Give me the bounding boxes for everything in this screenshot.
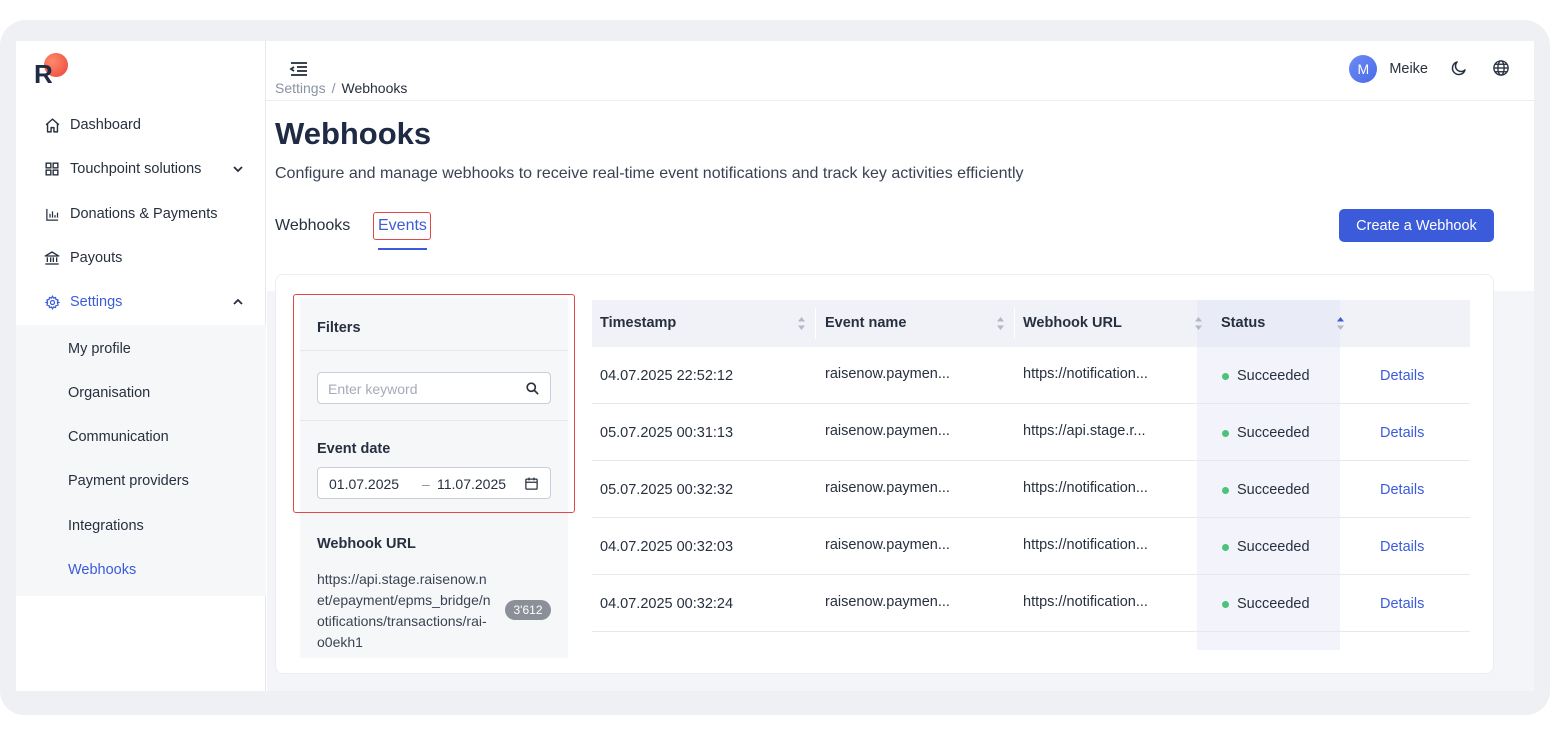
sidebar-item-touchpoint-solutions[interactable]: Touchpoint solutions [16,147,266,191]
cell-timestamp: 04.07.2025 00:32:03 [600,539,734,555]
moon-icon[interactable] [1450,59,1470,79]
details-link[interactable]: Details [1380,368,1424,384]
details-link[interactable]: Details [1380,596,1424,612]
sidebar-item-dashboard[interactable]: Dashboard [16,103,266,147]
cell-webhook-url: https://api.stage.r... [1023,423,1146,439]
details-link[interactable]: Details [1380,425,1424,441]
create-webhook-button[interactable]: Create a Webhook [1339,209,1494,242]
sidebar-item-payouts[interactable]: Payouts [16,236,266,280]
webhook-url-filter-option[interactable]: https://api.stage.raisenow.net/epayment/… [317,569,492,653]
home-icon [43,116,61,134]
table-header: Timestamp Event name Webhook URL Status [592,300,1470,347]
status-dot [1222,373,1229,380]
cell-timestamp: 05.07.2025 00:32:32 [600,482,734,498]
window-frame-bottom [0,691,1550,715]
header-timestamp[interactable]: Timestamp [600,315,676,331]
breadcrumb: Settings / Webhooks [275,80,407,96]
sidebar-subitem-webhooks[interactable]: Webhooks [68,562,136,578]
breadcrumb-separator: / [331,80,336,96]
settings-submenu: My profile Organisation Communication Pa… [16,325,266,596]
cell-status: Succeeded [1237,539,1310,555]
sidebar-item-label: Payouts [70,250,123,266]
column-separator [1014,308,1015,339]
column-separator [815,308,816,339]
cell-event-name: raisenow.paymen... [825,480,950,496]
sidebar-item-label: Donations & Payments [70,206,218,222]
breadcrumb-parent[interactable]: Settings [275,80,326,96]
cell-status: Succeeded [1237,596,1310,612]
active-tab-indicator [378,248,427,250]
sidebar-item-donations-payments[interactable]: Donations & Payments [16,192,266,236]
cell-event-name: raisenow.paymen... [825,594,950,610]
app-logo[interactable]: R [34,53,74,89]
sidebar-item-settings[interactable]: Settings [16,280,266,324]
bar-chart-icon [43,205,61,223]
table-row[interactable]: 04.07.2025 00:32:24 raisenow.paymen... h… [592,575,1470,632]
globe-icon[interactable] [1492,59,1512,79]
tab-events[interactable]: Events [378,217,427,235]
page-title: Webhooks [275,116,432,151]
sidebar-item-label: Touchpoint solutions [70,161,202,177]
status-dot [1222,487,1229,494]
status-dot [1222,601,1229,608]
chevron-down-icon[interactable] [232,163,244,175]
table-row[interactable]: 04.07.2025 22:52:12 raisenow.paymen... h… [592,347,1470,404]
header-status[interactable]: Status [1221,315,1265,331]
cell-timestamp: 04.07.2025 22:52:12 [600,368,734,384]
cell-event-name: raisenow.paymen... [825,366,950,382]
header-webhook-url[interactable]: Webhook URL [1023,315,1122,331]
gear-icon [43,293,61,311]
sidebar-subitem-integrations[interactable]: Integrations [68,518,144,534]
grid-icon [43,160,61,178]
sidebar-item-label: Dashboard [70,117,141,133]
cell-status: Succeeded [1237,482,1310,498]
sidebar-subitem-communication[interactable]: Communication [68,429,169,445]
sidebar-item-label: Settings [70,294,123,310]
collapse-menu-icon[interactable] [289,59,309,79]
tab-webhooks[interactable]: Webhooks [275,217,350,235]
user-menu[interactable]: M Meike [1349,55,1428,83]
sidebar-subitem-organisation[interactable]: Organisation [68,385,150,401]
details-link[interactable]: Details [1380,539,1424,555]
bank-icon [43,249,61,267]
top-bar: M Meike [266,41,1534,101]
status-dot [1222,544,1229,551]
cell-webhook-url: https://notification... [1023,366,1148,382]
sort-icon[interactable] [996,316,1005,331]
table-row[interactable]: 05.07.2025 00:32:32 raisenow.paymen... h… [592,461,1470,518]
sidebar: R Dashboard Touchpoint solutions Donatio… [16,41,266,691]
chevron-up-icon[interactable] [232,296,244,308]
cell-webhook-url: https://notification... [1023,480,1148,496]
sort-icon[interactable] [1194,316,1203,331]
sidebar-subitem-my-profile[interactable]: My profile [68,341,131,357]
sidebar-subitem-payment-providers[interactable]: Payment providers [68,473,189,489]
avatar: M [1349,55,1378,83]
webhook-url-filter-label: Webhook URL [317,536,416,552]
filters-highlight [293,294,575,513]
table-row[interactable]: 04.07.2025 00:32:03 raisenow.paymen... h… [592,518,1470,575]
breadcrumb-current: Webhooks [341,80,408,96]
table-row[interactable]: 05.07.2025 00:31:13 raisenow.paymen... h… [592,404,1470,461]
cell-timestamp: 04.07.2025 00:32:24 [600,596,734,612]
count-badge: 3'612 [505,600,551,620]
page-subtitle: Configure and manage webhooks to receive… [275,165,1024,182]
cell-event-name: raisenow.paymen... [825,537,950,553]
cell-webhook-url: https://notification... [1023,537,1148,553]
sort-ascending-icon[interactable] [1336,316,1345,331]
cell-timestamp: 05.07.2025 00:31:13 [600,425,734,441]
status-header-highlight [1197,300,1340,347]
user-name: Meike [1389,61,1428,77]
logo-letter: R [34,59,53,89]
cell-status: Succeeded [1237,425,1310,441]
cell-webhook-url: https://notification... [1023,594,1148,610]
details-link[interactable]: Details [1380,482,1424,498]
sort-icon[interactable] [797,316,806,331]
cell-event-name: raisenow.paymen... [825,423,950,439]
cell-status: Succeeded [1237,368,1310,384]
status-dot [1222,430,1229,437]
header-event-name[interactable]: Event name [825,315,906,331]
